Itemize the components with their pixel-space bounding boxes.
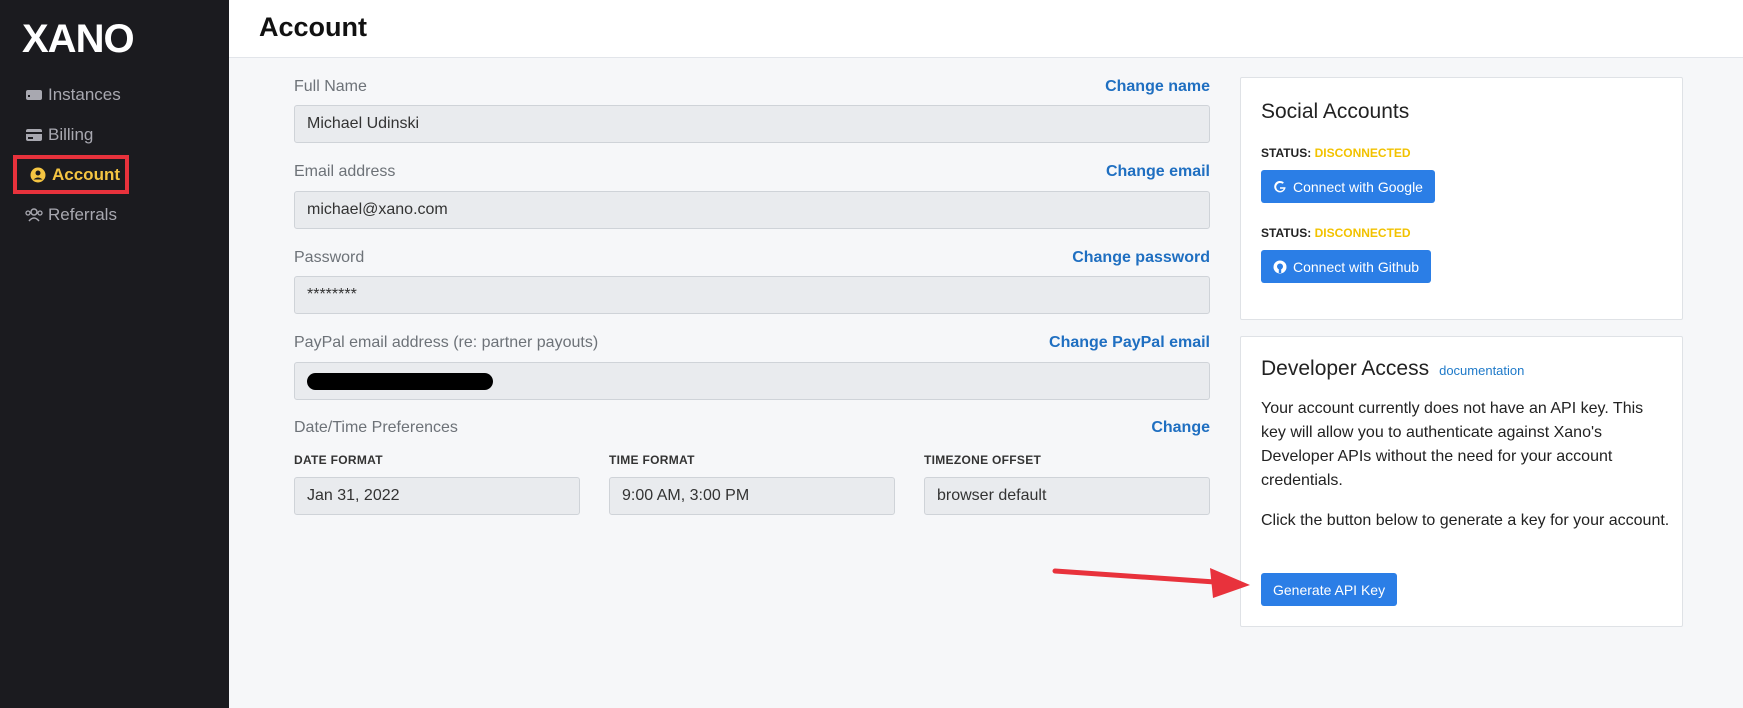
timezone-field[interactable]: browser default — [924, 477, 1210, 515]
generate-key-instructions: Click the button below to generate a key… — [1261, 512, 1670, 529]
users-icon — [24, 206, 44, 224]
social-accounts-card: Social Accounts STATUS: DISCONNECTED Con… — [1240, 77, 1683, 320]
paypal-email-field[interactable] — [294, 362, 1210, 400]
sidebar-item-label: Account — [52, 164, 120, 184]
change-datetime-link[interactable]: Change — [1151, 419, 1210, 437]
email-field[interactable]: michael@xano.com — [294, 191, 1210, 229]
sidebar-item-label: Instances — [48, 85, 121, 104]
connect-google-button[interactable]: Connect with Google — [1261, 170, 1435, 203]
date-format-value: Jan 31, 2022 — [307, 487, 400, 504]
sidebar: XANO Instances Billing Account Referrals — [0, 0, 229, 708]
redaction-bar — [307, 372, 493, 390]
timezone-label: TIMEZONE OFFSET — [924, 453, 1042, 467]
full-name-field[interactable]: Michael Udinski — [294, 105, 1210, 143]
sidebar-item-billing[interactable]: Billing — [24, 118, 93, 152]
github-status-badge: DISCONNECTED — [1314, 226, 1411, 240]
generate-api-key-button[interactable]: Generate API Key — [1261, 573, 1398, 606]
credit-card-icon — [24, 126, 44, 144]
connect-github-label: Connect with Github — [1293, 258, 1420, 275]
sidebar-item-label: Billing — [48, 125, 94, 144]
date-format-label: DATE FORMAT — [294, 453, 383, 467]
date-format-field[interactable]: Jan 31, 2022 — [294, 477, 580, 515]
sidebar-item-label: Referrals — [48, 205, 117, 224]
github-status: STATUS: DISCONNECTED — [1261, 226, 1411, 240]
github-icon — [1273, 260, 1287, 274]
change-paypal-link[interactable]: Change PayPal email — [1049, 334, 1210, 352]
developer-access-title: Developer Access documentation — [1261, 357, 1524, 381]
annotation-arrow-icon — [1052, 568, 1250, 598]
connect-github-button[interactable]: Connect with Github — [1261, 250, 1432, 283]
change-email-link[interactable]: Change email — [1106, 163, 1210, 181]
email-label: Email address — [294, 163, 396, 180]
server-icon — [24, 86, 44, 104]
google-status-badge: DISCONNECTED — [1314, 146, 1411, 160]
time-format-label: TIME FORMAT — [609, 453, 695, 467]
sidebar-item-account[interactable]: Account — [13, 155, 129, 194]
user-circle-icon — [28, 166, 48, 184]
page-header: Account — [229, 0, 1743, 58]
xano-logo[interactable]: XANO — [22, 18, 172, 58]
connect-google-label: Connect with Google — [1293, 178, 1423, 195]
developer-access-description: Your account currently does not have an … — [1261, 400, 1644, 489]
sidebar-item-referrals[interactable]: Referrals — [24, 198, 117, 232]
documentation-link[interactable]: documentation — [1439, 363, 1524, 378]
password-field[interactable]: ******** — [294, 276, 1210, 314]
google-icon — [1273, 180, 1287, 194]
svg-text:XANO: XANO — [22, 18, 134, 58]
developer-access-card: Developer Access documentation Your accou… — [1240, 336, 1683, 627]
change-password-link[interactable]: Change password — [1072, 249, 1210, 267]
time-format-field[interactable]: 9:00 AM, 3:00 PM — [609, 477, 895, 515]
time-format-value: 9:00 AM, 3:00 PM — [622, 487, 750, 504]
social-accounts-title: Social Accounts — [1261, 100, 1410, 123]
developer-access-heading: Developer Access — [1261, 357, 1430, 380]
status-prefix: STATUS: — [1261, 226, 1315, 240]
page-title: Account — [259, 12, 367, 42]
password-value: ******** — [307, 286, 357, 303]
password-label: Password — [294, 249, 365, 266]
paypal-label: PayPal email address (re: partner payout… — [294, 334, 599, 351]
sidebar-item-instances[interactable]: Instances — [24, 78, 121, 112]
timezone-value: browser default — [937, 487, 1047, 504]
full-name-value: Michael Udinski — [307, 115, 420, 132]
status-prefix: STATUS: — [1261, 146, 1315, 160]
email-value: michael@xano.com — [307, 201, 448, 218]
google-status: STATUS: DISCONNECTED — [1261, 146, 1411, 160]
change-name-link[interactable]: Change name — [1105, 78, 1210, 96]
full-name-label: Full Name — [294, 78, 367, 95]
datetime-label: Date/Time Preferences — [294, 419, 458, 436]
